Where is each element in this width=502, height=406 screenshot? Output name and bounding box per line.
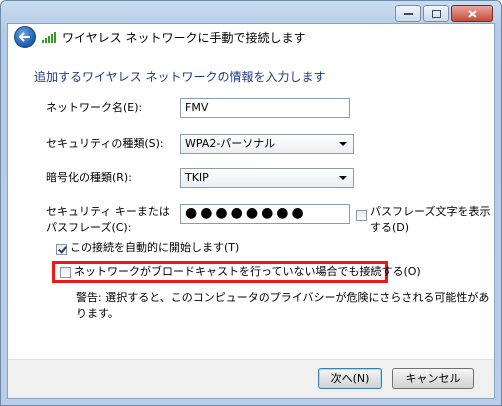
auto-connect-checkbox[interactable] bbox=[56, 244, 67, 255]
dropdown-arrow-icon bbox=[339, 176, 347, 180]
window-controls bbox=[395, 5, 493, 22]
wireless-signal-icon bbox=[42, 31, 56, 43]
encryption-type-value: TKIP bbox=[185, 171, 209, 184]
dropdown-arrow-icon bbox=[339, 142, 347, 146]
privacy-warning: 警告: 選択すると、このコンピュータのプライバシーが危険にさらされる可能性があり… bbox=[76, 291, 490, 320]
security-type-select[interactable]: WPA2-パーソナル bbox=[180, 134, 354, 154]
connect-hidden-label: ネットワークがブロードキャストを行っていない場合でも接続する(O) bbox=[74, 265, 421, 278]
encryption-type-select[interactable]: TKIP bbox=[180, 168, 354, 188]
security-key-label: セキュリティ キーまたは パスフレーズ(C): bbox=[46, 204, 170, 236]
cancel-button[interactable]: キャンセル bbox=[392, 368, 474, 389]
maximize-button[interactable] bbox=[423, 5, 449, 22]
security-key-label-line1: セキュリティ キーまたは bbox=[46, 205, 170, 218]
show-characters-label-line1: パスフレーズ文字を表示 bbox=[370, 205, 491, 218]
dialog-footer: 次へ(N) キャンセル bbox=[8, 359, 494, 398]
maximize-icon bbox=[431, 9, 441, 18]
auto-connect-label: この接続を自動的に開始します(T) bbox=[70, 241, 240, 254]
instruction-text: 追加するワイヤレス ネットワークの情報を入力します bbox=[34, 70, 326, 84]
security-type-label: セキュリティの種類(S): bbox=[46, 137, 164, 150]
encryption-type-label: 暗号化の種類(R): bbox=[46, 171, 132, 184]
close-button[interactable] bbox=[451, 5, 493, 22]
dialog-header: ワイヤレス ネットワークに手動で接続します bbox=[8, 24, 494, 50]
minimize-icon bbox=[403, 12, 413, 15]
next-button[interactable]: 次へ(N) bbox=[318, 368, 382, 389]
back-button[interactable] bbox=[14, 26, 36, 48]
network-name-label: ネットワーク名(E): bbox=[46, 101, 143, 114]
dialog-window: ワイヤレス ネットワークに手動で接続します 追加するワイヤレス ネットワークの情… bbox=[0, 0, 502, 406]
security-type-value: WPA2-パーソナル bbox=[185, 137, 276, 150]
minimize-button[interactable] bbox=[395, 5, 421, 22]
security-key-label-line2: パスフレーズ(C): bbox=[46, 221, 132, 234]
security-key-input[interactable]: ●●●●●●●● bbox=[180, 204, 350, 224]
network-name-input[interactable]: FMV bbox=[180, 98, 350, 118]
dialog-title: ワイヤレス ネットワークに手動で接続します bbox=[62, 30, 306, 45]
connect-hidden-checkbox[interactable] bbox=[60, 267, 71, 278]
show-characters-label-line2: する(D) bbox=[370, 221, 410, 234]
back-arrow-icon bbox=[19, 32, 30, 42]
show-characters-label: パスフレーズ文字を表示 する(D) bbox=[370, 204, 490, 236]
dialog-content: ワイヤレス ネットワークに手動で接続します 追加するワイヤレス ネットワークの情… bbox=[7, 23, 495, 399]
close-icon bbox=[467, 9, 477, 18]
show-characters-checkbox[interactable] bbox=[356, 210, 367, 221]
